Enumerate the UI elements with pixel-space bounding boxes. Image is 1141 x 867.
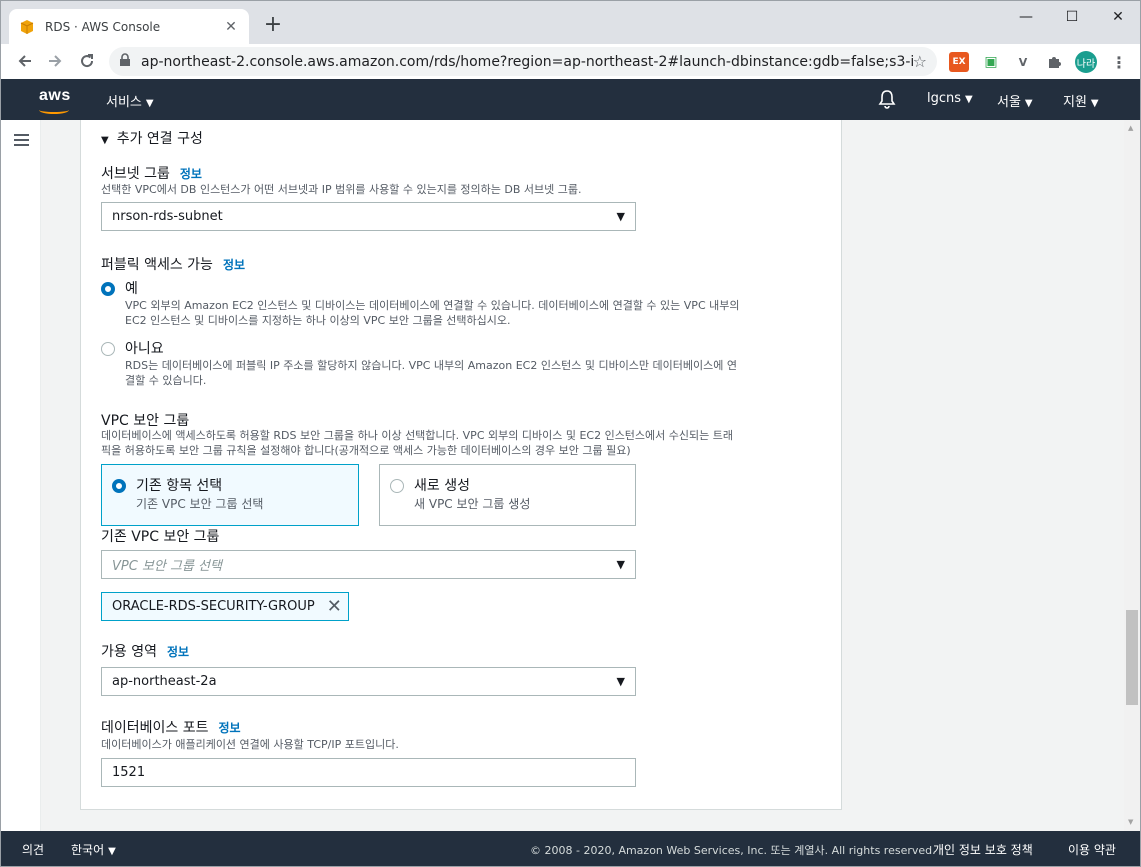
- security-group-token: ORACLE-RDS-SECURITY-GROUP ✕: [101, 592, 349, 621]
- new-tab-button[interactable]: +: [263, 13, 283, 37]
- subnet-group-select[interactable]: nrson-rds-subnet ▼: [101, 202, 636, 231]
- public-access-label: 퍼블릭 액세스 가능 정보: [101, 257, 246, 273]
- puzzle-icon[interactable]: [1044, 52, 1064, 72]
- aws-header: aws 서비스 ▼ lgcns ▼ 서울 ▼ 지원 ▼: [0, 79, 1141, 120]
- v-extension-icon[interactable]: V: [1013, 52, 1033, 72]
- public-access-yes-desc-1: VPC 외부의 Amazon EC2 인스턴스 및 디바이스는 데이터베이스에 …: [125, 299, 740, 312]
- bookmark-star-icon[interactable]: ☆: [913, 52, 927, 71]
- database-port-label: 데이터베이스 포트 정보: [101, 720, 241, 736]
- public-access-yes-desc-2: EC2 인스턴스 및 디바이스를 지정하는 하나 이상의 VPC 보안 그룹을 …: [125, 314, 511, 327]
- aws-footer: 의견 한국어 ▼ © 2008 - 2020, Amazon Web Servic…: [0, 831, 1141, 867]
- public-access-no-desc-1: RDS는 데이터베이스에 퍼블릭 IP 주소를 할당하지 않습니다. VPC 내…: [125, 359, 737, 372]
- privacy-policy-link[interactable]: 개인 정보 보호 정책: [933, 841, 1033, 858]
- maximize-button[interactable]: ☐: [1049, 5, 1095, 29]
- existing-vpc-security-group-select[interactable]: VPC 보안 그룹 선택 ▼: [101, 550, 636, 579]
- url-text: ap-northeast-2.console.aws.amazon.com/rd…: [141, 53, 913, 70]
- public-access-no-radio[interactable]: 아니요: [101, 339, 164, 359]
- database-port-info-link[interactable]: 정보: [219, 721, 241, 735]
- public-access-no-desc-2: 결할 수 있습니다.: [125, 374, 207, 387]
- hamburger-menu-icon[interactable]: [14, 134, 29, 146]
- availability-zone-info-link[interactable]: 정보: [167, 645, 189, 659]
- copyright-text: © 2008 - 2020, Amazon Web Services, Inc.…: [530, 844, 936, 857]
- caret-down-icon: ▼: [101, 135, 109, 146]
- left-nav: [0, 120, 41, 831]
- database-port-description: 데이터베이스가 애플리케이션 연결에 사용할 TCP/IP 포트입니다.: [101, 738, 399, 751]
- vpc-security-group-desc-1: 데이터베이스에 액세스하도록 허용할 RDS 보안 그룹을 하나 이상 선택합니…: [101, 429, 734, 442]
- minimize-button[interactable]: —: [1003, 5, 1049, 29]
- browser-tab[interactable]: RDS · AWS Console ✕: [9, 9, 249, 45]
- caret-down-icon: ▼: [1024, 98, 1033, 109]
- vertical-scrollbar[interactable]: ▲ ▼: [1124, 120, 1141, 831]
- existing-vpc-security-group-label: 기존 VPC 보안 그룹: [101, 529, 220, 545]
- vpc-security-group-label: VPC 보안 그룹: [101, 413, 190, 429]
- additional-connectivity-toggle[interactable]: ▼ 추가 연결 구성: [101, 128, 203, 148]
- screen-extension-icon[interactable]: ▣: [981, 52, 1001, 72]
- public-access-yes-radio[interactable]: 예: [101, 279, 138, 299]
- services-menu[interactable]: 서비스 ▼: [106, 91, 154, 110]
- caret-down-icon: ▼: [1090, 98, 1099, 109]
- profile-avatar[interactable]: 나라: [1075, 51, 1097, 73]
- availability-zone-label: 가용 영역 정보: [101, 644, 190, 660]
- main-content: ▼ 추가 연결 구성 서브넷 그룹 정보 선택한 VPC에서 DB 인스턴스가 어떤…: [41, 120, 1124, 831]
- vpc-security-group-desc-2: 픽을 허용하도록 보안 그룹 규칙을 설정해야 합니다(공개적으로 액세스 가능…: [101, 444, 631, 457]
- subnet-group-description: 선택한 VPC에서 DB 인스턴스가 어떤 서브넷과 IP 범위를 사용할 수 …: [101, 183, 582, 196]
- language-selector[interactable]: 한국어 ▼: [71, 841, 116, 858]
- feedback-link[interactable]: 의견: [22, 841, 44, 858]
- dropdown-triangle-icon: ▼: [616, 558, 625, 571]
- public-access-info-link[interactable]: 정보: [223, 258, 245, 272]
- close-window-button[interactable]: ✕: [1095, 5, 1141, 29]
- aws-cube-icon: [19, 19, 35, 35]
- remove-token-icon[interactable]: ✕: [327, 596, 342, 617]
- caret-down-icon: ▼: [965, 94, 973, 105]
- bell-icon[interactable]: [878, 89, 896, 113]
- scroll-down-icon[interactable]: ▼: [1128, 818, 1133, 826]
- tab-close-icon[interactable]: ✕: [223, 19, 239, 35]
- subnet-group-label: 서브넷 그룹 정보: [101, 166, 202, 182]
- connectivity-panel: ▼ 추가 연결 구성 서브넷 그룹 정보 선택한 VPC에서 DB 인스턴스가 어떤…: [80, 120, 842, 810]
- support-menu[interactable]: 지원 ▼: [1063, 91, 1099, 110]
- lock-icon: [119, 52, 131, 71]
- subnet-group-info-link[interactable]: 정보: [180, 167, 202, 181]
- availability-zone-select[interactable]: ap-northeast-2a ▼: [101, 667, 636, 696]
- dropdown-triangle-icon: ▼: [616, 675, 625, 688]
- region-menu[interactable]: 서울 ▼: [997, 91, 1033, 110]
- more-menu-icon[interactable]: ⋮: [1109, 52, 1129, 72]
- scrollbar-thumb[interactable]: [1126, 610, 1138, 705]
- aws-logo[interactable]: aws: [39, 87, 71, 114]
- radio-selected-icon: [101, 282, 115, 296]
- radio-unselected-icon: [101, 342, 115, 356]
- terms-link[interactable]: 이용 약관: [1068, 841, 1116, 858]
- caret-down-icon: ▼: [145, 98, 154, 109]
- tab-title: RDS · AWS Console: [45, 20, 161, 34]
- address-bar-row: ap-northeast-2.console.aws.amazon.com/rd…: [0, 44, 1141, 79]
- account-menu[interactable]: lgcns ▼: [927, 91, 973, 106]
- database-port-input[interactable]: 1521: [101, 758, 636, 787]
- forward-icon[interactable]: [43, 49, 67, 73]
- radio-unselected-icon: [390, 479, 404, 493]
- reload-icon[interactable]: [75, 49, 99, 73]
- ex-extension-icon[interactable]: EX: [949, 52, 969, 72]
- url-omnibox[interactable]: ap-northeast-2.console.aws.amazon.com/rd…: [109, 47, 937, 76]
- caret-down-icon: ▼: [108, 846, 116, 857]
- back-icon[interactable]: [13, 49, 37, 73]
- browser-tab-bar: RDS · AWS Console ✕ + — ☐ ✕: [0, 0, 1141, 45]
- create-new-card[interactable]: 새로 생성 새 VPC 보안 그룹 생성: [379, 464, 636, 526]
- choose-existing-card[interactable]: 기존 항목 선택 기존 VPC 보안 그룹 선택: [101, 464, 359, 526]
- scroll-up-icon[interactable]: ▲: [1128, 124, 1133, 132]
- dropdown-triangle-icon: ▼: [616, 210, 625, 223]
- aws-smile-icon: [39, 106, 69, 114]
- radio-selected-icon: [112, 479, 126, 493]
